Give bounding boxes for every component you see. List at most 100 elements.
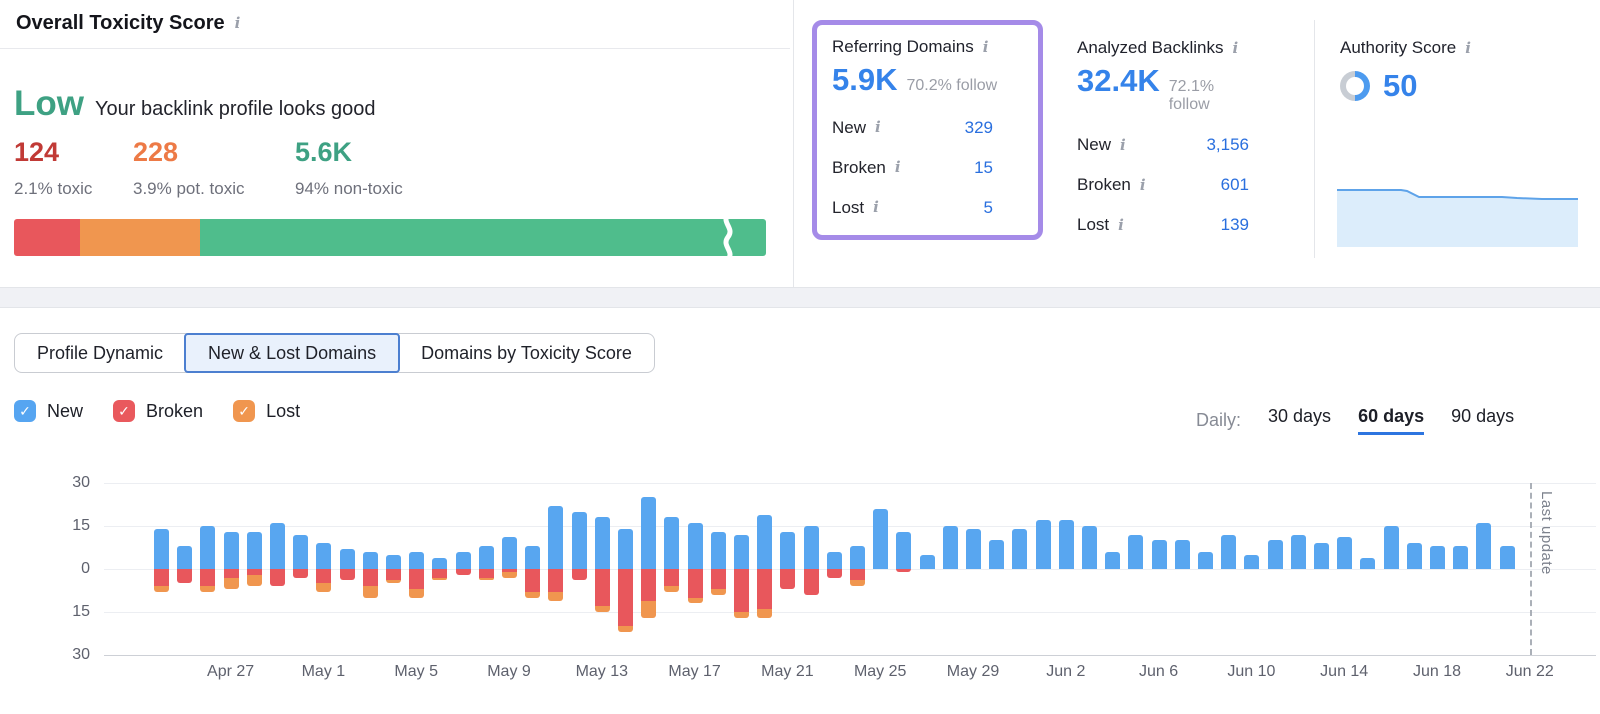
- bar-new[interactable]: [572, 512, 587, 569]
- bar-new[interactable]: [1244, 555, 1259, 569]
- bar-lost[interactable]: [479, 578, 494, 581]
- bar-broken[interactable]: [850, 569, 865, 580]
- bar-new[interactable]: [293, 535, 308, 569]
- bar-new[interactable]: [1198, 552, 1213, 569]
- bar-lost[interactable]: [525, 592, 540, 598]
- bar-broken[interactable]: [386, 569, 401, 580]
- bar-broken[interactable]: [780, 569, 795, 589]
- tab-domains-by-toxicity-score[interactable]: Domains by Toxicity Score: [399, 334, 654, 372]
- bar-broken[interactable]: [804, 569, 819, 595]
- period-option-30-days[interactable]: 30 days: [1268, 406, 1331, 435]
- bar-broken[interactable]: [270, 569, 285, 586]
- bar-new[interactable]: [757, 515, 772, 569]
- bar-lost[interactable]: [432, 578, 447, 581]
- bar-new[interactable]: [177, 546, 192, 569]
- bar-lost[interactable]: [850, 580, 865, 586]
- bar-new[interactable]: [154, 529, 169, 569]
- bar-new[interactable]: [200, 526, 215, 569]
- bar-new[interactable]: [1430, 546, 1445, 569]
- bar-new[interactable]: [595, 517, 610, 569]
- bar-lost[interactable]: [734, 612, 749, 618]
- bar-new[interactable]: [664, 517, 679, 569]
- bar-broken[interactable]: [525, 569, 540, 592]
- bar-broken[interactable]: [688, 569, 703, 598]
- info-icon[interactable]: i: [873, 200, 879, 215]
- bar-new[interactable]: [711, 532, 726, 569]
- bar-new[interactable]: [920, 555, 935, 569]
- info-icon[interactable]: i: [983, 40, 989, 55]
- analyzed-backlinks-total[interactable]: 32.4K: [1077, 65, 1160, 98]
- bar-lost[interactable]: [154, 586, 169, 592]
- bar-lost[interactable]: [247, 575, 262, 586]
- bar-new[interactable]: [1453, 546, 1468, 569]
- bar-lost[interactable]: [688, 598, 703, 604]
- bar-new[interactable]: [1059, 520, 1074, 569]
- bar-lost[interactable]: [363, 586, 378, 597]
- bar-new[interactable]: [618, 529, 633, 569]
- bar-broken[interactable]: [154, 569, 169, 586]
- info-icon[interactable]: i: [1232, 41, 1238, 56]
- bar-broken[interactable]: [177, 569, 192, 583]
- bar-broken[interactable]: [572, 569, 587, 580]
- bar-new[interactable]: [340, 549, 355, 569]
- info-icon[interactable]: i: [1465, 41, 1471, 56]
- bar-broken[interactable]: [409, 569, 424, 589]
- bar-new[interactable]: [827, 552, 842, 569]
- referring-row-value[interactable]: 5: [984, 198, 993, 218]
- bar-new[interactable]: [641, 497, 656, 569]
- bar-lost[interactable]: [595, 606, 610, 612]
- bar-new[interactable]: [456, 552, 471, 569]
- bar-new[interactable]: [873, 509, 888, 569]
- bar-new[interactable]: [525, 546, 540, 569]
- legend-checkbox-lost[interactable]: ✓: [233, 400, 255, 422]
- bar-new[interactable]: [247, 532, 262, 569]
- bar-broken[interactable]: [247, 569, 262, 575]
- bar-new[interactable]: [363, 552, 378, 569]
- bar-new[interactable]: [896, 532, 911, 569]
- info-icon[interactable]: i: [235, 16, 241, 31]
- info-icon[interactable]: i: [1118, 218, 1124, 233]
- bar-new[interactable]: [1291, 535, 1306, 569]
- bar-broken[interactable]: [711, 569, 726, 589]
- bar-broken[interactable]: [293, 569, 308, 578]
- bar-new[interactable]: [1128, 535, 1143, 569]
- bar-broken[interactable]: [757, 569, 772, 609]
- bar-new[interactable]: [1337, 537, 1352, 569]
- bar-new[interactable]: [1268, 540, 1283, 569]
- bar-new[interactable]: [1476, 523, 1491, 569]
- bar-lost[interactable]: [409, 589, 424, 598]
- analyzed-row-value[interactable]: 601: [1221, 175, 1249, 195]
- legend-item-broken[interactable]: ✓Broken: [113, 400, 203, 422]
- info-icon[interactable]: i: [1120, 138, 1126, 153]
- bar-broken[interactable]: [340, 569, 355, 580]
- bar-broken[interactable]: [734, 569, 749, 612]
- bar-lost[interactable]: [316, 583, 331, 592]
- referring-domains-total[interactable]: 5.9K: [832, 64, 897, 97]
- legend-checkbox-broken[interactable]: ✓: [113, 400, 135, 422]
- bar-new[interactable]: [688, 523, 703, 569]
- bar-new[interactable]: [270, 523, 285, 569]
- info-icon[interactable]: i: [1140, 178, 1146, 193]
- analyzed-row-value[interactable]: 3,156: [1206, 135, 1249, 155]
- tab-profile-dynamic[interactable]: Profile Dynamic: [15, 334, 185, 372]
- bar-lost[interactable]: [664, 586, 679, 592]
- period-option-90-days[interactable]: 90 days: [1451, 406, 1514, 435]
- analyzed-row-value[interactable]: 139: [1221, 215, 1249, 235]
- bar-broken[interactable]: [200, 569, 215, 586]
- bar-new[interactable]: [1384, 526, 1399, 569]
- bar-new[interactable]: [1175, 540, 1190, 569]
- bar-broken[interactable]: [548, 569, 563, 592]
- bar-lost[interactable]: [502, 572, 517, 578]
- bar-new[interactable]: [224, 532, 239, 569]
- tab-new-lost-domains[interactable]: New & Lost Domains: [184, 333, 400, 373]
- bar-new[interactable]: [386, 555, 401, 569]
- bar-broken[interactable]: [641, 569, 656, 601]
- bar-new[interactable]: [1012, 529, 1027, 569]
- bar-broken[interactable]: [316, 569, 331, 583]
- bar-lost[interactable]: [224, 578, 239, 589]
- bar-broken[interactable]: [595, 569, 610, 606]
- referring-row-value[interactable]: 329: [965, 118, 993, 138]
- bar-new[interactable]: [316, 543, 331, 569]
- bar-broken[interactable]: [363, 569, 378, 586]
- period-option-60-days[interactable]: 60 days: [1358, 406, 1424, 435]
